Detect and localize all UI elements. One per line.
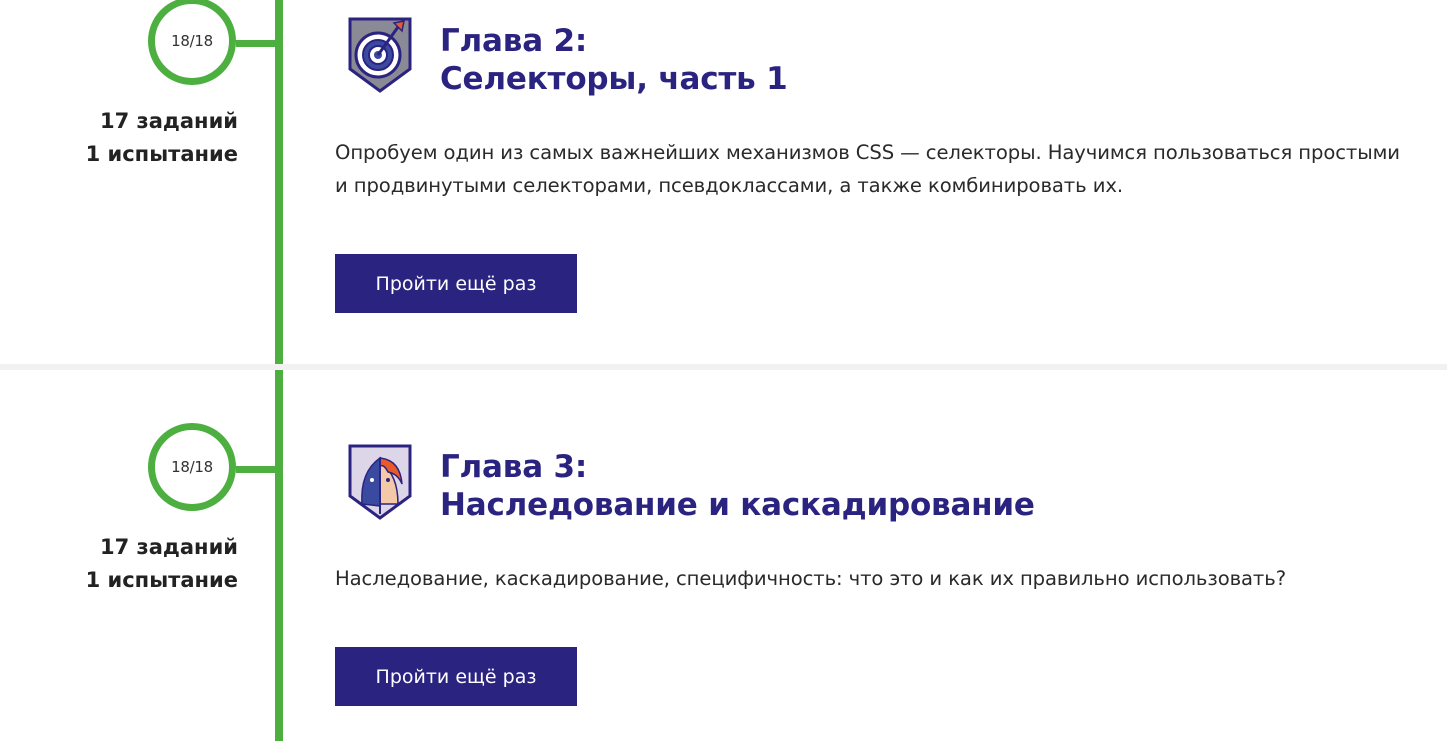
chapter-number: Глава 2: [440,23,588,59]
progress-connector [236,40,278,47]
section-divider [0,364,1447,370]
tasks-count: 17 заданий [100,535,238,559]
retry-chapter-button[interactable]: Пройти ещё раз [335,647,577,706]
target-dart-shield-icon [348,17,412,93]
chapter-description: Опробуем один из самых важнейших механиз… [335,141,1400,197]
tests-count: 1 испытание [85,568,238,592]
progress-count: 18/18 [171,458,213,476]
progress-ring: 18/18 [148,0,236,85]
chapter-title: Глава 2: Селекторы, часть 1 [440,22,788,98]
tasks-count: 17 заданий [100,109,238,133]
chapter-stats: 17 заданий 1 испытание [40,105,238,171]
chapter-name: Наследование и каскадирование [440,487,1035,523]
course-timeline-page: 18/18 17 заданий 1 испытание Глава 2: Се… [0,0,1447,741]
progress-ring: 18/18 [148,423,236,511]
chapter-title: Глава 3: Наследование и каскадирование [440,448,1035,524]
chapter-number: Глава 3: [440,449,588,485]
tests-count: 1 испытание [85,142,238,166]
retry-chapter-button[interactable]: Пройти ещё раз [335,254,577,313]
progress-connector [236,466,278,473]
chapter-stats: 17 заданий 1 испытание [40,531,238,597]
timeline-line [275,0,283,741]
progress-count: 18/18 [171,32,213,50]
chapter-description: Наследование, каскадирование, специфично… [335,567,1286,590]
chapter-name: Селекторы, часть 1 [440,61,788,97]
father-son-portrait-shield-icon [348,444,412,520]
